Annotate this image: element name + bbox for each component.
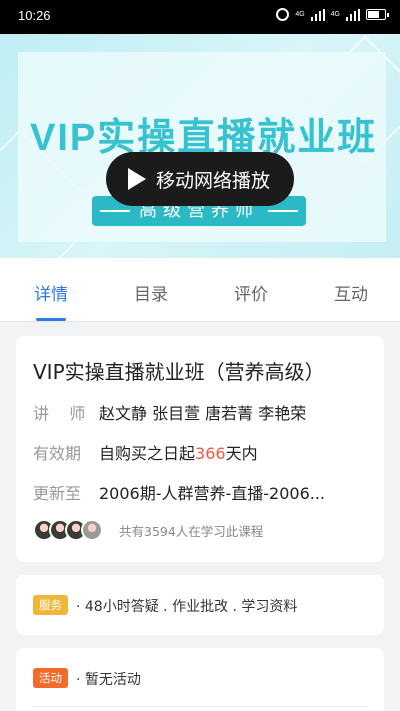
service-text: · 48小时答疑 . 作业批改 . 学习资料 (76, 599, 298, 615)
service-badge: 服务 (33, 595, 68, 615)
network-type-label: 4G (295, 11, 305, 18)
validity-prefix: 自购买之日起 (99, 444, 196, 463)
alarm-icon (276, 8, 290, 21)
battery-icon (366, 9, 389, 20)
status-time: 10:26 (18, 8, 51, 23)
activity-text: · 暂无活动 (76, 672, 141, 688)
network-type-label-2: 4G (330, 11, 340, 18)
tab-details[interactable]: 详情 (34, 280, 68, 305)
status-bar: 10:26 4G 4G (0, 0, 400, 34)
status-icons: 4G 4G (276, 8, 389, 21)
teacher-row: 讲 师赵文静 张目萱 唐若菁 李艳荣 (33, 400, 306, 424)
validity-row: 有效期 自购买之日起366天内 (33, 440, 258, 464)
activity-card: 活动 · 暂无活动 (16, 648, 384, 711)
active-tab-indicator (36, 318, 66, 321)
course-info-card: VIP实操直播就业班（营养高级） 讲 师赵文静 张目萱 唐若菁 李艳荣 有效期自… (16, 336, 384, 562)
teacher-names[interactable]: 赵文静 张目萱 唐若菁 李艳荣 (99, 404, 306, 423)
signal-icon-2 (346, 8, 360, 21)
course-title: VIP实操直播就业班（营养高级） (33, 360, 325, 384)
validity-label: 有效期 (33, 444, 82, 463)
avatar (81, 519, 103, 541)
update-value: 2006期-人群营养-直播-2006... (99, 484, 326, 503)
validity-days: 366 (195, 444, 226, 463)
mobile-network-play-button[interactable]: 移动网络播放 (106, 152, 294, 206)
service-card: 服务 · 48小时答疑 . 作业批改 . 学习资料 (16, 575, 384, 635)
update-label: 更新至 (33, 484, 82, 503)
activity-badge: 活动 (33, 668, 68, 688)
learners-count-text: 共有3594人在学习此课程 (119, 523, 264, 539)
signal-icon (310, 8, 325, 21)
update-row[interactable]: 更新至 2006期-人群营养-直播-2006... (33, 480, 325, 504)
play-icon (128, 168, 146, 190)
course-video-banner[interactable]: VIP实操直播就业班 高级营养师 移动网络播放 (0, 34, 400, 258)
course-tabs: 详情 目录 评价 互动 (0, 258, 400, 322)
divider (33, 706, 367, 707)
validity-suffix: 天内 (225, 444, 258, 463)
learners-row: 共有3594人在学习此课程 (33, 519, 263, 541)
teacher-label: 讲 师 (33, 404, 86, 423)
tab-interaction[interactable]: 互动 (334, 280, 368, 305)
play-button-label: 移动网络播放 (156, 169, 271, 192)
tab-reviews[interactable]: 评价 (234, 280, 268, 305)
tab-catalog[interactable]: 目录 (134, 280, 168, 305)
